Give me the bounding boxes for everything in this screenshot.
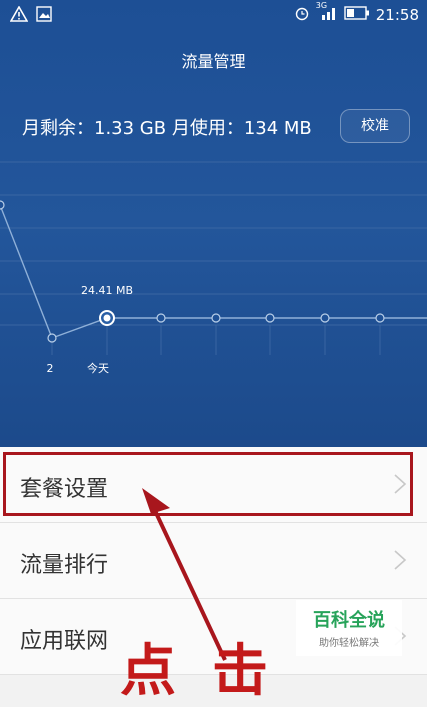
annotation-arrow — [142, 488, 227, 661]
watermark-subtitle: 助你轻松解决 — [319, 638, 379, 649]
watermark-badge: 百科全说 助你轻松解决 — [296, 600, 402, 656]
watermark-title: 百科全说 — [313, 610, 385, 631]
annotation-click-text: 点击 — [120, 639, 304, 704]
